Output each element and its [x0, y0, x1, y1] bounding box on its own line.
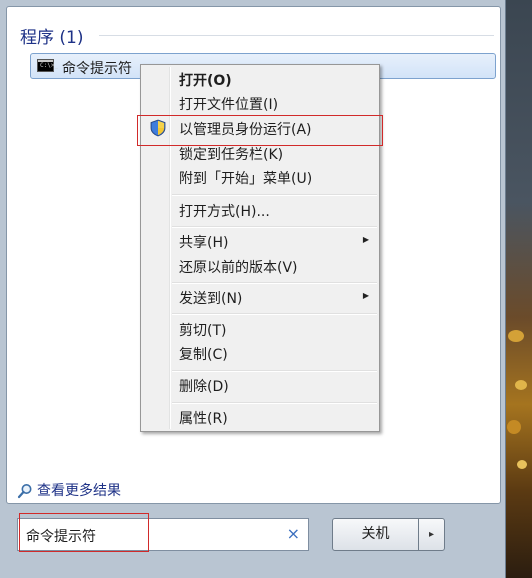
menu-item-open-file-location[interactable]: 打开文件位置(I)	[143, 92, 377, 114]
menu-separator	[172, 226, 377, 228]
search-highlight-box	[19, 513, 149, 552]
section-divider	[99, 35, 494, 36]
wallpaper-detail	[508, 330, 524, 342]
menu-item-label: 打开(O)	[179, 73, 232, 89]
menu-item-label: 锁定到任务栏(K)	[179, 147, 284, 163]
shutdown-options-arrow[interactable]: ▸	[418, 518, 445, 551]
menu-item-label: 复制(C)	[179, 347, 228, 363]
menu-item-cut[interactable]: 剪切(T)	[143, 318, 377, 340]
menu-item-delete[interactable]: 删除(D)	[143, 374, 377, 396]
menu-item-properties[interactable]: 属性(R)	[143, 406, 377, 428]
magnifier-icon	[17, 484, 32, 499]
menu-item-label: 打开方式(H)...	[179, 204, 270, 220]
menu-item-label: 剪切(T)	[179, 323, 227, 339]
menu-item-copy[interactable]: 复制(C)	[143, 342, 377, 364]
submenu-arrow-icon: ▶	[362, 235, 369, 244]
submenu-arrow-icon: ▶	[362, 291, 369, 300]
shutdown-button[interactable]: 关机	[332, 518, 419, 551]
menu-item-label: 打开文件位置(I)	[179, 97, 279, 113]
menu-separator	[172, 194, 377, 196]
result-item-label: 命令提示符	[62, 61, 132, 77]
menu-item-open[interactable]: 打开(O)	[143, 68, 377, 90]
menu-item-label: 属性(R)	[179, 411, 228, 427]
menu-item-share[interactable]: 共享(H) ▶	[143, 230, 377, 252]
menu-item-label: 发送到(N)	[179, 291, 243, 307]
see-more-results-link[interactable]: 查看更多结果	[17, 480, 121, 500]
programs-section-title: 程序 (1)	[20, 28, 84, 48]
menu-separator	[172, 313, 377, 315]
menu-item-label: 还原以前的版本(V)	[179, 260, 298, 276]
menu-separator	[172, 370, 377, 372]
wallpaper-detail	[517, 460, 527, 469]
menu-separator	[172, 402, 377, 404]
wallpaper-detail	[507, 420, 521, 434]
desktop-wallpaper	[505, 0, 532, 578]
see-more-results-label: 查看更多结果	[37, 483, 121, 499]
command-prompt-icon: C:\>_	[37, 59, 58, 72]
menu-item-pin-to-start-menu[interactable]: 附到「开始」菜单(U)	[143, 166, 377, 188]
menu-item-open-with[interactable]: 打开方式(H)...	[143, 199, 377, 221]
menu-separator	[172, 282, 377, 284]
menu-item-label: 共享(H)	[179, 235, 229, 251]
clear-search-icon[interactable]: ×	[287, 524, 300, 543]
menu-item-send-to[interactable]: 发送到(N) ▶	[143, 286, 377, 308]
menu-item-label: 附到「开始」菜单(U)	[179, 171, 313, 187]
run-as-admin-highlight-box	[137, 115, 383, 146]
menu-item-restore-previous-versions[interactable]: 还原以前的版本(V)	[143, 255, 377, 277]
menu-item-label: 删除(D)	[179, 379, 229, 395]
wallpaper-detail	[515, 380, 527, 390]
